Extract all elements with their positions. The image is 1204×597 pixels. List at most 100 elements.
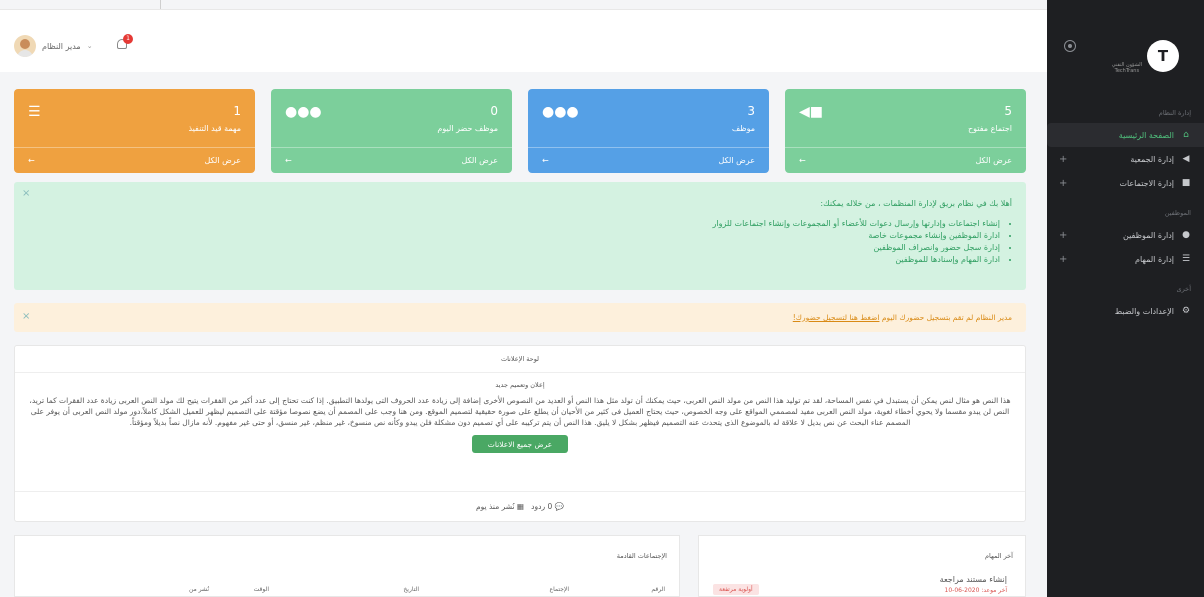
sidebar-section-title: الموظفين xyxy=(1164,209,1191,217)
panel-title: آخر المهام xyxy=(984,552,1013,560)
sidebar-item-label: الصفحة الرئيسية xyxy=(1118,130,1174,140)
arrow-left-icon[interactable]: ← xyxy=(542,156,549,165)
bell-icon[interactable]: 1 xyxy=(117,34,133,51)
home-icon: ⌂ xyxy=(1183,130,1189,140)
card-number: 5 xyxy=(1004,104,1012,118)
attendance-alert: مدير النظام لم تقم بتسجيل حضورك اليوم اض… xyxy=(14,303,1026,332)
close-icon[interactable]: × xyxy=(22,311,30,322)
user-name[interactable]: مدير النظام xyxy=(42,42,81,51)
panel-title: لوحة الإعلانات xyxy=(15,346,1025,373)
list-item: ادارة الموظفين وإنشاء مجموعات خاصة xyxy=(713,230,1000,242)
sidebar-item-tasks[interactable]: ☰ إدارة المهام + xyxy=(1047,247,1204,271)
sidebar-item-label: إدارة الجمعية xyxy=(1130,154,1174,164)
sidebar-item-label: إدارة الاجتماعات xyxy=(1119,178,1174,188)
announcements-panel: لوحة الإعلانات إعلان وتعميم جديد هذا الن… xyxy=(14,345,1026,522)
main-content: مدير النظام ⌄ 1 5 اجتماع مفتوح ■◀ عرض ال… xyxy=(0,0,1047,597)
priority-badge: أولوية مرتفعة xyxy=(713,584,759,595)
card-attendance-today: 0 موظف حضر اليوم ●●● عرض الكل ← xyxy=(271,89,512,173)
avatar[interactable] xyxy=(14,35,36,57)
collapse-toggle-icon[interactable] xyxy=(1064,40,1076,52)
card-open-meetings: 5 اجتماع مفتوح ■◀ عرض الكل ← xyxy=(785,89,1026,173)
announcement-title: إعلان وتعميم جديد xyxy=(495,381,545,389)
view-all-label[interactable]: عرض الكل xyxy=(975,156,1012,165)
plus-icon[interactable]: + xyxy=(1059,178,1067,189)
column-header: الرقم xyxy=(651,586,665,593)
top-bar: مدير النظام ⌄ 1 xyxy=(0,9,1047,72)
bullhorn-icon: ◀ xyxy=(1182,154,1190,164)
card-number: 0 xyxy=(490,104,498,118)
plus-icon[interactable]: + xyxy=(1059,154,1067,165)
arrow-left-icon[interactable]: ← xyxy=(799,156,806,165)
view-all-link[interactable]: عرض الكل ← xyxy=(528,147,769,173)
sidebar-item-meetings[interactable]: ■ إدارة الاجتماعات + xyxy=(1047,171,1204,195)
welcome-alert: × أهلا بك في نظام بريق لإدارة المنظمات ،… xyxy=(14,182,1026,290)
welcome-title: أهلا بك في نظام بريق لإدارة المنظمات ، م… xyxy=(820,199,1012,208)
video-icon: ■ xyxy=(1181,178,1191,188)
card-label: مهمة قيد التنفيذ xyxy=(188,124,241,133)
task-due-date: آخر موعد: 2020-06-10 xyxy=(944,587,1007,594)
announcement-meta: 💬 0 ردود ▦ نُشر منذ يوم xyxy=(15,491,1025,521)
task-name[interactable]: إنشاء مستند مراجعة xyxy=(940,575,1007,584)
notification-badge: 1 xyxy=(123,34,133,44)
replies-count[interactable]: 0 ردود xyxy=(531,502,552,511)
sidebar-section-title: أخرى xyxy=(1176,285,1192,293)
card-label: موظف حضر اليوم xyxy=(437,124,498,133)
calendar-icon: ▦ xyxy=(516,502,524,511)
latest-tasks-panel: آخر المهام إنشاء مستند مراجعة آخر موعد: … xyxy=(698,535,1026,597)
card-employees: 3 موظف ●●● عرض الكل ← xyxy=(528,89,769,173)
column-header: الإجتماع xyxy=(549,586,570,593)
sidebar-item-label: إدارة المهام xyxy=(1135,254,1174,264)
comment-icon: 💬 xyxy=(554,502,564,511)
view-all-label[interactable]: عرض الكل xyxy=(718,156,755,165)
sidebar-item-association[interactable]: ◀ إدارة الجمعية + xyxy=(1047,147,1204,171)
view-all-link[interactable]: عرض الكل ← xyxy=(785,147,1026,173)
users-icon: ● xyxy=(1182,230,1190,240)
panel-title: الإجتماعات القادمة xyxy=(616,552,667,560)
column-header: الوقت xyxy=(253,586,269,593)
chevron-down-icon[interactable]: ⌄ xyxy=(87,42,93,50)
view-all-announcements-button[interactable]: عرض جميع الاعلانات xyxy=(472,435,568,453)
sidebar-item-settings[interactable]: ⚙ الإعدادات والضبط xyxy=(1047,299,1204,323)
sidebar-item-label: الإعدادات والضبط xyxy=(1114,306,1174,316)
card-tasks-in-progress: 1 مهمة قيد التنفيذ ☰ عرض الكل ← xyxy=(14,89,255,173)
stat-cards: 5 اجتماع مفتوح ■◀ عرض الكل ← 3 موظف ●●● … xyxy=(14,89,1026,173)
user-menu[interactable]: مدير النظام ⌄ xyxy=(14,35,93,57)
tasks-icon: ☰ xyxy=(28,104,41,120)
sidebar-header: T الشؤون التقني TechTrans xyxy=(1047,0,1204,95)
sidebar-item-employees[interactable]: ● إدارة الموظفين + xyxy=(1047,223,1204,247)
plus-icon[interactable]: + xyxy=(1059,254,1067,265)
logo[interactable]: T xyxy=(1147,40,1179,72)
card-number: 3 xyxy=(747,104,755,118)
view-all-label[interactable]: عرض الكل xyxy=(204,156,241,165)
list-item: إنشاء اجتماعات وإدارتها وإرسال دعوات للأ… xyxy=(713,218,1000,230)
tasks-icon: ☰ xyxy=(1181,254,1191,264)
column-header: التاريخ xyxy=(403,586,419,593)
arrow-left-icon[interactable]: ← xyxy=(28,156,35,165)
published-time: نُشر منذ يوم xyxy=(476,502,515,511)
sidebar: T الشؤون التقني TechTrans إدارة النظام ⌂… xyxy=(1047,0,1204,597)
announcement-body: هذا النص هو مثال لنص يمكن أن يستبدل في ن… xyxy=(29,396,1011,427)
close-icon[interactable]: × xyxy=(22,188,30,199)
view-all-link[interactable]: عرض الكل ← xyxy=(14,147,255,173)
logo-text-line2: TechTrans xyxy=(1114,68,1140,74)
upcoming-meetings-panel: الإجتماعات القادمة الرقم الإجتماع التاري… xyxy=(14,535,680,597)
card-number: 1 xyxy=(233,104,241,118)
sidebar-item-home[interactable]: ⌂ الصفحة الرئيسية xyxy=(1047,123,1204,147)
gears-icon: ⚙ xyxy=(1181,306,1191,316)
list-item: ادارة المهام وإسنادها للموظفين xyxy=(713,254,1000,266)
arrow-left-icon[interactable]: ← xyxy=(285,156,292,165)
plus-icon[interactable]: + xyxy=(1059,230,1067,241)
card-label: موظف xyxy=(731,124,755,133)
users-icon: ●●● xyxy=(542,104,579,120)
register-attendance-link[interactable]: اضغط هنا لتسجيل حضورك! xyxy=(793,313,880,322)
video-icon: ■◀ xyxy=(799,104,823,120)
view-all-label[interactable]: عرض الكل xyxy=(461,156,498,165)
sidebar-item-label: إدارة الموظفين xyxy=(1123,230,1174,240)
card-label: اجتماع مفتوح xyxy=(967,124,1012,133)
view-all-link[interactable]: عرض الكل ← xyxy=(271,147,512,173)
welcome-list: إنشاء اجتماعات وإدارتها وإرسال دعوات للأ… xyxy=(713,218,1000,266)
divider xyxy=(160,0,161,9)
sidebar-section-title: إدارة النظام xyxy=(1158,109,1191,117)
list-item: إدارة سجل حضور وانصراف الموظفين xyxy=(713,242,1000,254)
column-header: نُشر من xyxy=(188,586,209,593)
